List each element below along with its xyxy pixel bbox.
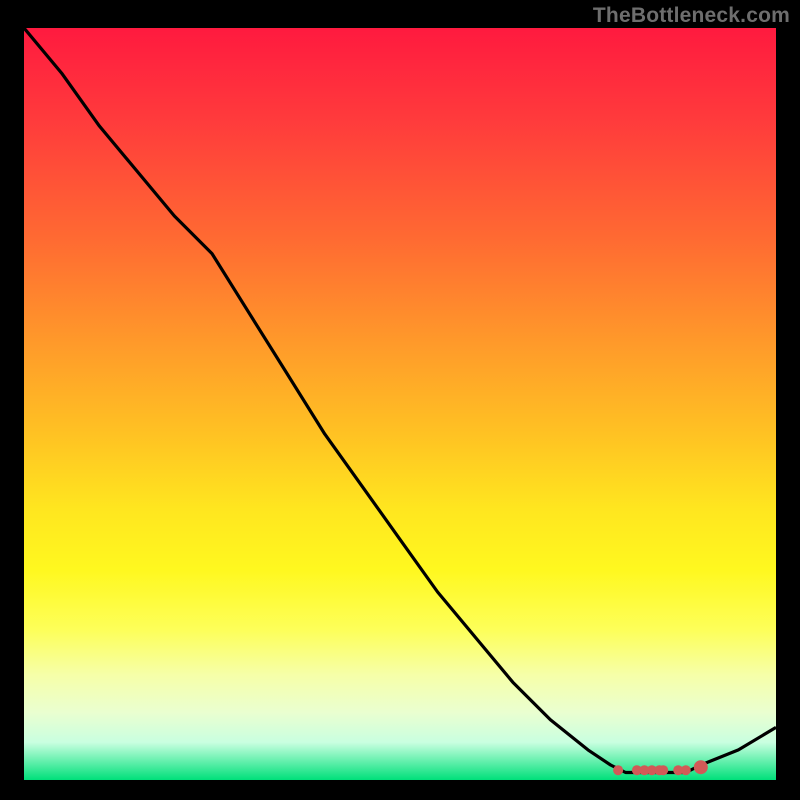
plot-area bbox=[24, 28, 776, 780]
data-point-marker bbox=[613, 765, 623, 775]
bottleneck-curve bbox=[24, 28, 776, 773]
data-point-marker bbox=[694, 760, 708, 774]
data-point-marker bbox=[658, 765, 668, 775]
chart-overlay bbox=[24, 28, 776, 780]
chart-stage: TheBottleneck.com bbox=[0, 0, 800, 800]
watermark-label: TheBottleneck.com bbox=[593, 4, 790, 28]
data-point-marker bbox=[681, 765, 691, 775]
